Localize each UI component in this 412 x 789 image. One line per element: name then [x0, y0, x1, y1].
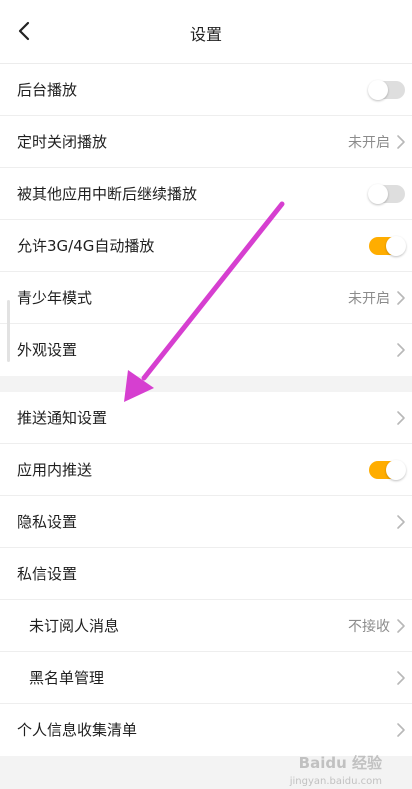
notification-privacy-section: 推送通知设置 应用内推送 隐私设置 私信设置 未订阅人消息 不接收 黑名单管理 … [0, 392, 412, 756]
row-label: 外观设置 [17, 341, 78, 359]
page-title: 设置 [189, 25, 222, 44]
chevron-right-icon [397, 671, 405, 685]
chevron-right-icon [397, 411, 405, 425]
chevron-right-icon [397, 515, 405, 529]
row-label: 被其他应用中断后继续播放 [17, 185, 198, 203]
watermark-logo: Baidu 经验 [298, 754, 382, 772]
chevron-right-icon [397, 723, 405, 737]
row-label: 允许3G/4G自动播放 [17, 237, 155, 255]
settings-row-personal-info-list[interactable]: 个人信息收集清单 [0, 704, 412, 756]
settings-row-resume-after-interrupt[interactable]: 被其他应用中断后继续播放 [0, 168, 412, 220]
in-app-push-toggle[interactable] [369, 460, 406, 480]
chevron-right-icon [397, 291, 405, 305]
settings-row-background-play[interactable]: 后台播放 [0, 64, 412, 116]
row-label: 个人信息收集清单 [17, 721, 138, 739]
chevron-right-icon [397, 619, 405, 633]
settings-row-blacklist[interactable]: 黑名单管理 [0, 652, 412, 704]
settings-row-push-notifications[interactable]: 推送通知设置 [0, 392, 412, 444]
row-label: 青少年模式 [17, 289, 93, 307]
row-value: 未开启 [348, 135, 390, 151]
settings-row-in-app-push[interactable]: 应用内推送 [0, 444, 412, 496]
background-play-toggle[interactable] [368, 80, 405, 100]
toggle-knob [386, 236, 406, 256]
mobile-autoplay-toggle[interactable] [369, 236, 406, 256]
chevron-right-icon [397, 135, 405, 149]
scroll-indicator[interactable] [7, 300, 10, 362]
row-label: 隐私设置 [17, 513, 78, 531]
settings-row-timer-stop[interactable]: 定时关闭播放 未开启 [0, 116, 412, 168]
row-label: 推送通知设置 [17, 409, 108, 427]
settings-row-unsubscribed-messages[interactable]: 未订阅人消息 不接收 [0, 600, 412, 652]
row-label: 未订阅人消息 [29, 617, 120, 635]
toggle-knob [368, 184, 388, 204]
top-bar: 设置 [0, 0, 412, 64]
playback-settings-section: 后台播放 定时关闭播放 未开启 被其他应用中断后继续播放 允许3G/4G自动播放… [0, 64, 412, 376]
chevron-right-icon [397, 343, 405, 357]
settings-row-mobile-autoplay[interactable]: 允许3G/4G自动播放 [0, 220, 412, 272]
settings-row-appearance[interactable]: 外观设置 [0, 324, 412, 376]
settings-row-youth-mode[interactable]: 青少年模式 未开启 [0, 272, 412, 324]
row-value: 不接收 [348, 619, 390, 635]
row-label: 私信设置 [17, 565, 78, 583]
toggle-knob [368, 80, 388, 100]
row-label: 定时关闭播放 [17, 133, 108, 151]
row-value: 未开启 [348, 291, 390, 307]
row-label: 后台播放 [17, 81, 78, 99]
row-label: 应用内推送 [17, 461, 93, 479]
toggle-knob [386, 460, 406, 480]
resume-after-interrupt-toggle[interactable] [368, 184, 405, 204]
watermark-url: jingyan.baidu.com [289, 776, 382, 787]
row-label: 黑名单管理 [29, 669, 105, 687]
settings-row-privacy[interactable]: 隐私设置 [0, 496, 412, 548]
settings-row-messages-heading: 私信设置 [0, 548, 412, 600]
